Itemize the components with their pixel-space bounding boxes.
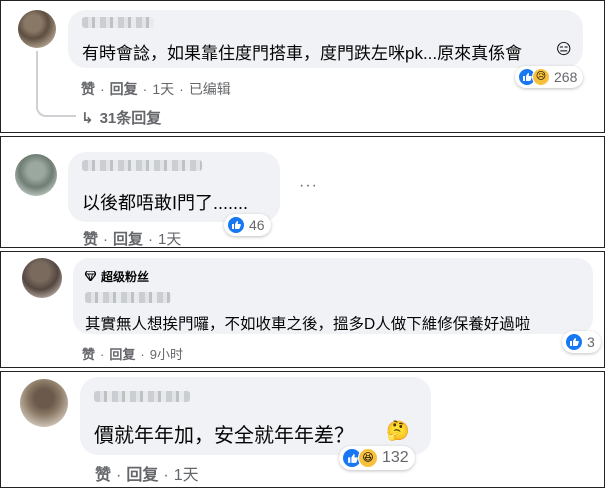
comment-card-3: 超级粉丝 其實無人想挨門囉，不如收車之後，搵多D人做下維修保養好過啦 3 赞 · 回…: [0, 251, 605, 368]
comment-actions: 赞 · 回复 · 1天: [83, 231, 182, 248]
comment-actions: 赞 · 回复 · 1天: [95, 467, 199, 484]
reaction-count: 268: [554, 69, 578, 85]
reply-button[interactable]: 回复: [126, 467, 158, 484]
timestamp[interactable]: 1天: [158, 231, 181, 247]
reaction-count: 46: [249, 217, 265, 233]
reaction-count: 3: [587, 334, 595, 350]
like-button[interactable]: 赞: [95, 467, 111, 484]
comment-text: 以後都唔敢I門了.......: [82, 193, 249, 213]
like-button[interactable]: 赞: [81, 81, 95, 97]
comment-bubble: 價就年年加，安全就年年差？ 🤔: [80, 377, 431, 455]
commenter-name[interactable]: [82, 17, 154, 28]
reply-button[interactable]: 回复: [110, 81, 138, 97]
reaction-summary[interactable]: 46: [224, 214, 271, 236]
comment-card-1: 有時會諗，如果靠住度門搭車，度門跌左咪pk...原來真係會 😑 😥 268 赞 ·…: [0, 0, 605, 133]
like-icon: [565, 333, 583, 351]
sad-icon: 😥: [532, 68, 550, 86]
reply-arrow-icon: ↳: [81, 110, 94, 127]
diamond-icon: [84, 269, 97, 284]
more-options-icon[interactable]: ···: [299, 177, 318, 195]
reaction-summary[interactable]: 😆 132: [339, 446, 415, 470]
comment-actions: 赞 · 回复 · 9小时: [82, 347, 183, 362]
avatar[interactable]: [22, 258, 62, 298]
avatar[interactable]: [18, 10, 56, 48]
avatar[interactable]: [20, 379, 68, 427]
timestamp[interactable]: 1天: [174, 467, 199, 484]
comment-text: 其實無人想挨門囉，不如收車之後，搵多D人做下維修保養好過啦: [85, 316, 531, 333]
reply-button[interactable]: 回复: [109, 347, 135, 362]
avatar[interactable]: [15, 154, 57, 196]
like-button[interactable]: 赞: [83, 231, 98, 247]
top-fan-badge[interactable]: 超级粉丝: [84, 268, 149, 285]
commenter-name[interactable]: [94, 391, 190, 402]
comment-card-2: 以後都唔敢I門了....... ··· 46 赞 · 回复 · 1天: [0, 136, 605, 248]
view-replies-link[interactable]: ↳ 31条回复: [81, 107, 161, 128]
reaction-summary[interactable]: 😥 268: [515, 66, 584, 88]
timestamp[interactable]: 1天: [152, 81, 174, 97]
like-button[interactable]: 赞: [82, 347, 95, 362]
comment-card-4: 價就年年加，安全就年年差？ 🤔 😆 132 赞 · 回复 · 1天: [0, 371, 605, 488]
commenter-name[interactable]: [82, 160, 202, 171]
comment-bubble: 有時會諗，如果靠住度門搭車，度門跌左咪pk...原來真係會 😑: [68, 10, 583, 68]
like-icon: [227, 216, 245, 234]
comment-text: 價就年年加，安全就年年差？: [94, 425, 354, 447]
comment-actions: 赞 · 回复 · 1天 · 已编辑: [81, 81, 231, 97]
reply-thread-line: [36, 51, 76, 117]
timestamp[interactable]: 9小时: [150, 347, 183, 362]
reaction-count: 132: [382, 449, 409, 466]
expressionless-emoji-icon: 😑: [556, 41, 572, 58]
comment-bubble: 以後都唔敢I門了.......: [68, 152, 280, 222]
commenter-name[interactable]: [85, 292, 171, 303]
thinking-emoji-icon: 🤔: [386, 421, 410, 442]
comment-bubble: 超级粉丝 其實無人想挨門囉，不如收車之後，搵多D人做下維修保養好過啦: [73, 258, 593, 334]
reply-button[interactable]: 回复: [113, 231, 143, 247]
comment-text: 有時會諗，如果靠住度門搭車，度門跌左咪pk...原來真係會: [82, 44, 523, 63]
haha-icon: 😆: [358, 448, 378, 468]
edited-label: 已编辑: [188, 81, 231, 97]
reaction-summary[interactable]: 3: [562, 331, 601, 353]
